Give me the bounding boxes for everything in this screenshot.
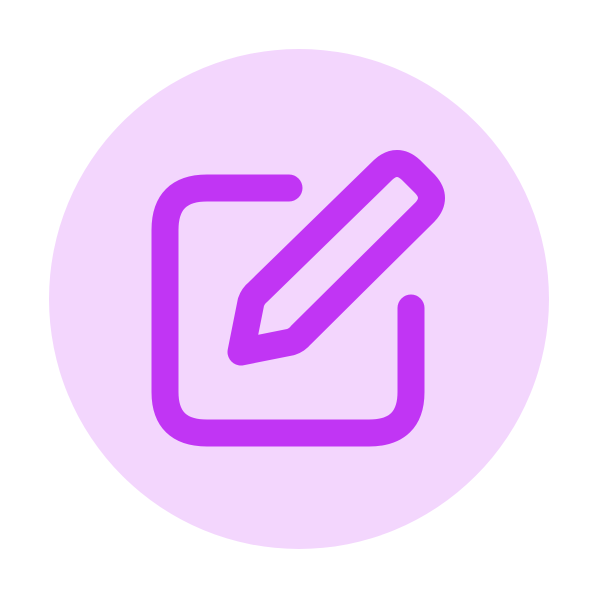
canvas [0,0,597,597]
edit-button[interactable] [0,0,597,597]
badge-circle [49,49,549,549]
edit-icon [49,49,549,549]
